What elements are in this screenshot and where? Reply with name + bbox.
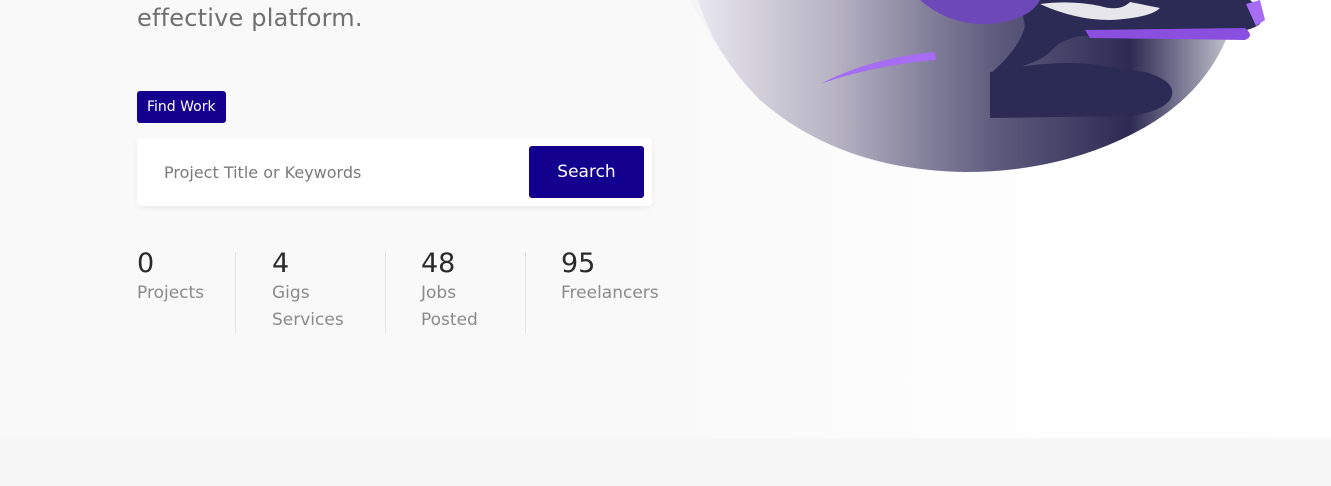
stat-label: Jobs Posted bbox=[421, 283, 478, 330]
hero-illustration bbox=[690, 0, 1265, 173]
sleeve-shape bbox=[1085, 28, 1250, 40]
stat-divider bbox=[525, 252, 526, 334]
stat-value: 0 bbox=[137, 248, 155, 279]
search-box: Search bbox=[137, 138, 652, 206]
stat-label: Gigs Services bbox=[272, 283, 344, 330]
stat-divider bbox=[385, 252, 386, 334]
stat-divider bbox=[235, 252, 236, 334]
search-input[interactable] bbox=[159, 152, 529, 192]
stat-freelancers: 95 Freelancers bbox=[561, 248, 659, 334]
stat-label: Freelancers bbox=[561, 283, 659, 303]
stat-value: 4 bbox=[272, 248, 290, 279]
find-work-badge[interactable]: Find Work bbox=[137, 91, 226, 123]
hero-tagline: effective platform. bbox=[137, 4, 363, 32]
search-button[interactable]: Search bbox=[529, 146, 644, 198]
next-section-strip bbox=[0, 438, 1331, 486]
stat-projects: 0 Projects bbox=[137, 248, 204, 334]
stat-value: 48 bbox=[421, 248, 456, 279]
stat-jobs-posted: 48 Jobs Posted bbox=[421, 248, 478, 334]
stat-label: Projects bbox=[137, 283, 205, 303]
hero-section: effective platform. Find Work Search 0 P… bbox=[0, 0, 1331, 438]
stat-gigs-services: 4 Gigs Services bbox=[272, 248, 344, 334]
stat-value: 95 bbox=[561, 248, 596, 279]
